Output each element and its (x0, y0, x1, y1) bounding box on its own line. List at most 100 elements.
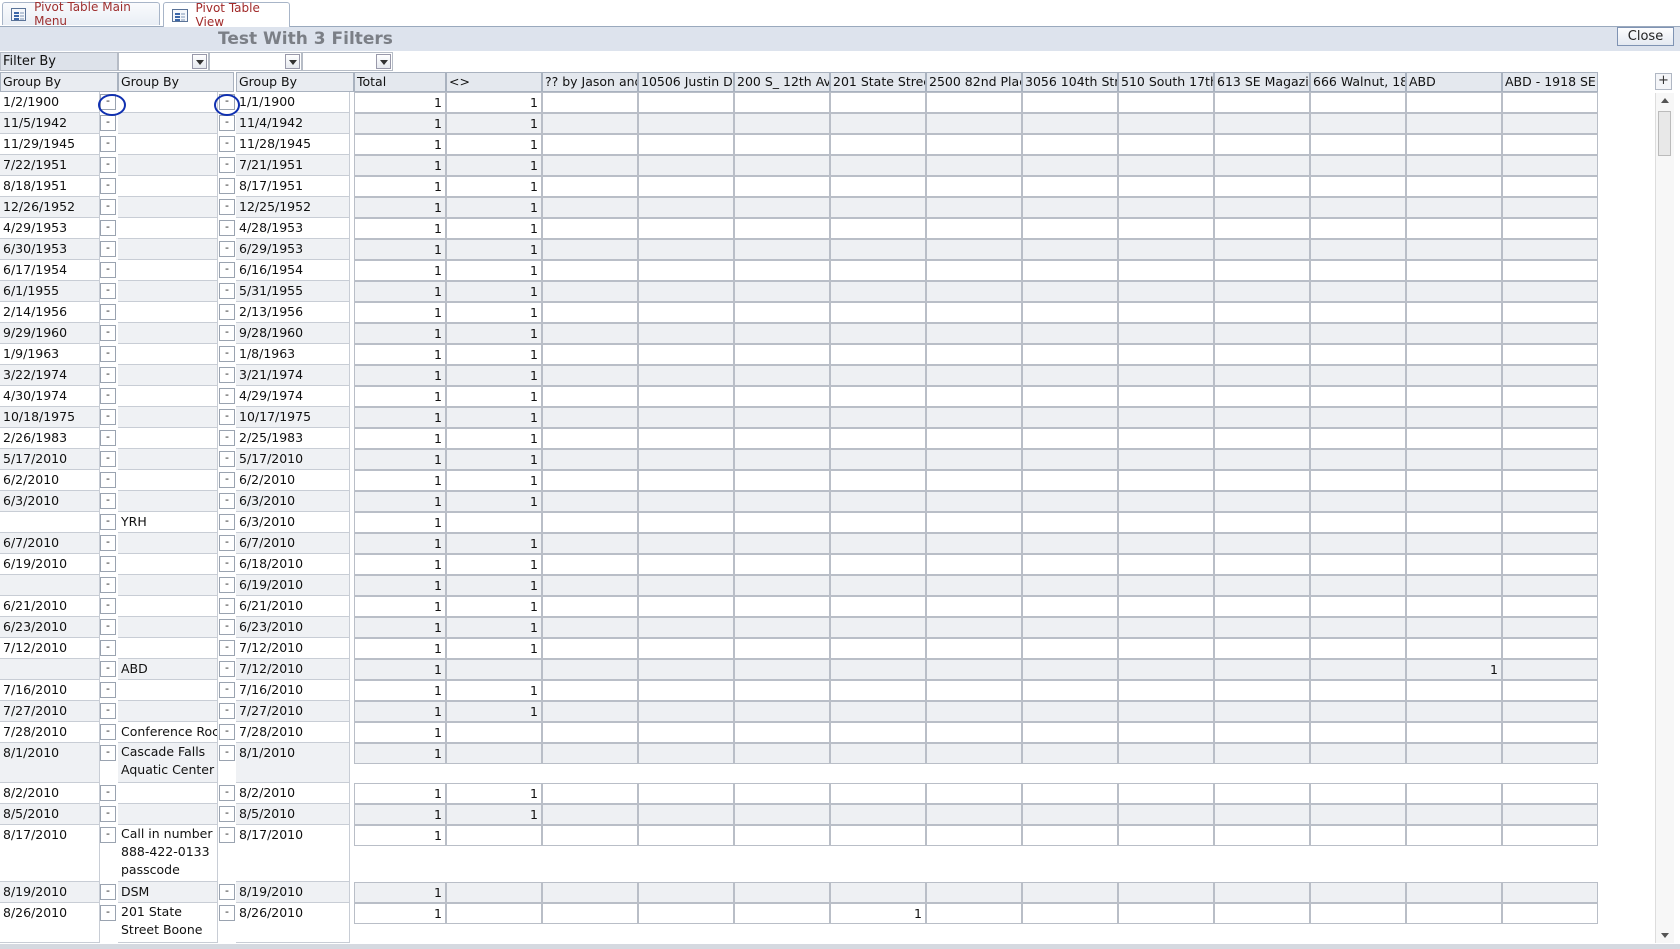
collapse-button[interactable]: - (100, 388, 116, 404)
collapse-button[interactable]: - (219, 514, 235, 530)
column-header[interactable]: <> (446, 72, 542, 92)
column-header[interactable]: 510 South 17th (1118, 72, 1214, 92)
column-header[interactable]: 10506 Justin Dri (638, 72, 734, 92)
filter-dropdown-1[interactable] (118, 52, 209, 71)
collapse-button[interactable]: - (100, 682, 116, 698)
row-field-header[interactable]: Group By (0, 72, 118, 92)
collapse-button[interactable]: - (100, 884, 116, 900)
column-header[interactable]: ?? by Jason and (542, 72, 638, 92)
filter-dropdown-2[interactable] (209, 52, 302, 71)
chevron-down-icon[interactable] (285, 54, 300, 69)
vertical-scrollbar[interactable] (1655, 93, 1674, 943)
collapse-button[interactable]: - (100, 472, 116, 488)
collapse-button[interactable]: - (219, 220, 235, 236)
chevron-down-icon[interactable] (192, 54, 207, 69)
tab-pivot-table-view[interactable]: Pivot Table View (163, 1, 290, 29)
collapse-button[interactable]: - (219, 346, 235, 362)
collapse-button[interactable]: - (100, 283, 116, 299)
collapse-button[interactable]: - (219, 493, 235, 509)
collapse-button[interactable]: - (100, 346, 116, 362)
collapse-button[interactable]: - (100, 577, 116, 593)
collapse-button[interactable]: - (100, 703, 116, 719)
column-header[interactable]: 2500 82nd Place (926, 72, 1022, 92)
collapse-button[interactable]: - (219, 115, 235, 131)
collapse-button[interactable]: - (100, 806, 116, 822)
collapse-button[interactable]: - (219, 241, 235, 257)
column-header[interactable]: 3056 104th Stre (1022, 72, 1118, 92)
collapse-button[interactable]: - (219, 430, 235, 446)
collapse-button[interactable]: - (100, 409, 116, 425)
collapse-button[interactable]: - (100, 535, 116, 551)
collapse-button[interactable]: - (219, 451, 235, 467)
collapse-button[interactable]: - (219, 905, 235, 921)
collapse-button[interactable]: - (100, 115, 116, 131)
scroll-down-icon[interactable] (1657, 927, 1673, 943)
collapse-button[interactable]: - (100, 220, 116, 236)
collapse-button[interactable]: - (219, 157, 235, 173)
collapse-button[interactable]: - (219, 409, 235, 425)
collapse-button[interactable]: - (100, 905, 116, 921)
column-header[interactable]: 201 State Street (830, 72, 926, 92)
collapse-button[interactable]: - (100, 262, 116, 278)
expand-button[interactable]: + (1655, 73, 1672, 90)
collapse-button[interactable]: - (100, 304, 116, 320)
collapse-button[interactable]: - (219, 785, 235, 801)
collapse-button[interactable]: - (219, 703, 235, 719)
collapse-button[interactable]: - (100, 199, 116, 215)
collapse-button[interactable]: - (219, 262, 235, 278)
collapse-button[interactable]: - (219, 806, 235, 822)
tab-pivot-table-main-menu[interactable]: Pivot Table Main Menu (2, 0, 160, 28)
column-header[interactable]: 200 S_ 12th Ave (734, 72, 830, 92)
collapse-button[interactable]: - (219, 472, 235, 488)
collapse-button[interactable]: - (219, 178, 235, 194)
row-field-header[interactable]: Group By (118, 72, 234, 92)
column-header[interactable]: 613 SE Magazin (1214, 72, 1310, 92)
collapse-button[interactable]: - (219, 827, 235, 843)
collapse-button[interactable]: - (100, 619, 116, 635)
chevron-down-icon[interactable] (376, 54, 391, 69)
collapse-button[interactable]: - (100, 514, 116, 530)
collapse-button[interactable]: - (100, 556, 116, 572)
collapse-button[interactable]: - (219, 661, 235, 677)
collapse-button[interactable]: - (219, 745, 235, 761)
collapse-button[interactable]: - (219, 283, 235, 299)
scroll-up-icon[interactable] (1657, 93, 1673, 109)
collapse-button[interactable]: - (100, 785, 116, 801)
collapse-button[interactable]: - (100, 640, 116, 656)
collapse-button[interactable]: - (100, 157, 116, 173)
collapse-button[interactable]: - (219, 619, 235, 635)
collapse-button[interactable]: - (219, 325, 235, 341)
collapse-button[interactable]: - (219, 136, 235, 152)
collapse-button[interactable]: - (100, 178, 116, 194)
column-header[interactable]: ABD (1406, 72, 1502, 92)
column-header[interactable]: ABD - 1918 SE H (1502, 72, 1598, 92)
collapse-button[interactable]: - (100, 451, 116, 467)
collapse-button[interactable]: - (100, 325, 116, 341)
row-field-header[interactable]: Group By (236, 72, 354, 92)
filter-dropdown-3[interactable] (302, 52, 393, 71)
close-button[interactable]: Close (1617, 27, 1674, 46)
collapse-button[interactable]: - (100, 661, 116, 677)
collapse-button[interactable]: - (219, 535, 235, 551)
total-header[interactable]: Total (354, 72, 446, 92)
collapse-button[interactable]: - (100, 430, 116, 446)
column-header[interactable]: 666 Walnut, 18( (1310, 72, 1406, 92)
collapse-button[interactable]: - (219, 682, 235, 698)
collapse-button[interactable]: - (100, 827, 116, 843)
collapse-button[interactable]: - (100, 136, 116, 152)
collapse-button[interactable]: - (100, 724, 116, 740)
collapse-button[interactable]: - (219, 556, 235, 572)
collapse-button[interactable]: - (219, 884, 235, 900)
scroll-thumb[interactable] (1658, 111, 1671, 156)
collapse-button[interactable]: - (219, 304, 235, 320)
collapse-button[interactable]: - (100, 493, 116, 509)
collapse-button[interactable]: - (100, 241, 116, 257)
collapse-button[interactable]: - (219, 199, 235, 215)
collapse-button[interactable]: - (100, 598, 116, 614)
collapse-button[interactable]: - (219, 598, 235, 614)
collapse-button[interactable]: - (100, 745, 116, 761)
collapse-button[interactable]: - (219, 640, 235, 656)
collapse-button[interactable]: - (219, 388, 235, 404)
collapse-button[interactable]: - (219, 367, 235, 383)
collapse-button[interactable]: - (219, 577, 235, 593)
